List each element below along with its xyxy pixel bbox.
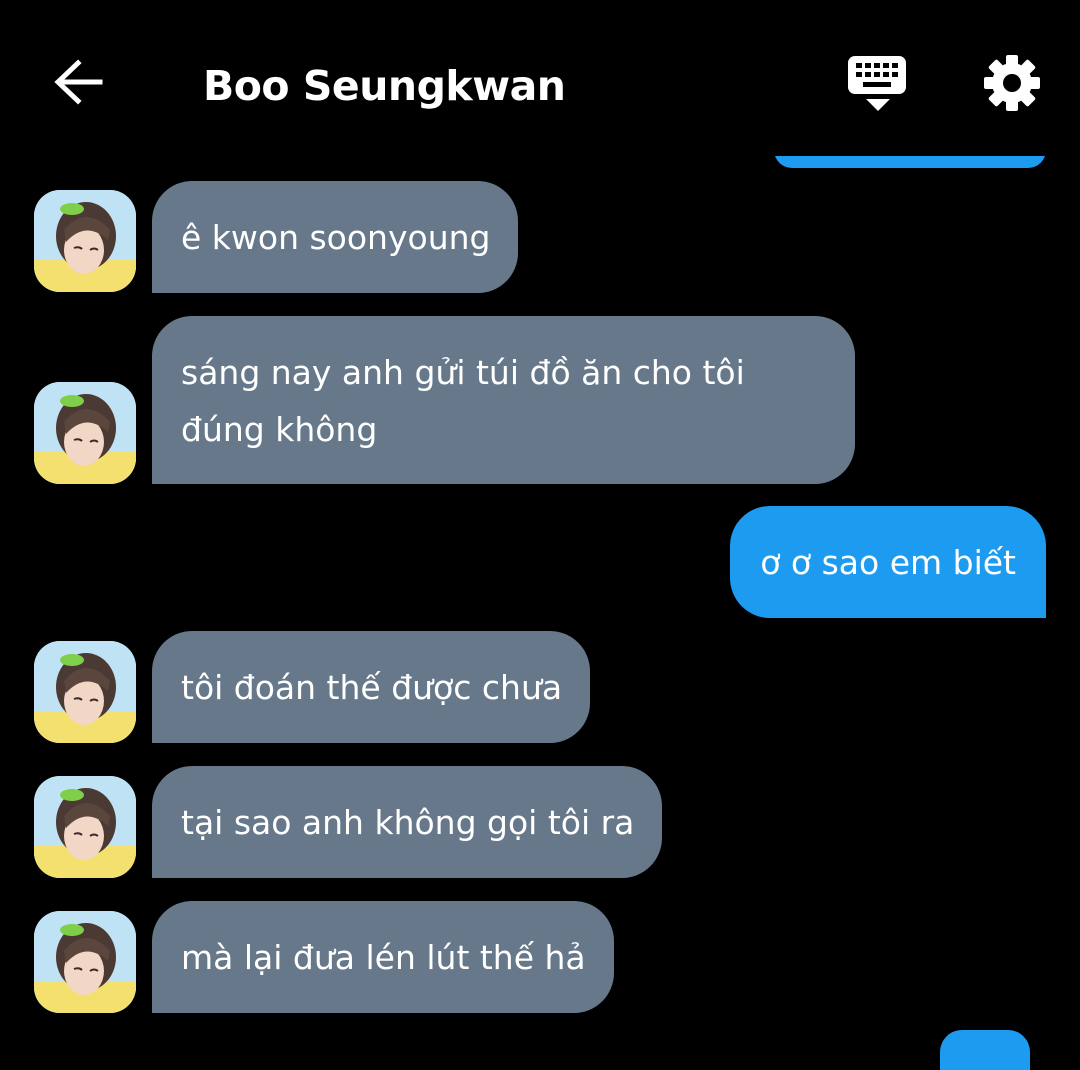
message-text: tại sao anh không gọi tôi ra [181, 803, 635, 842]
next-sent-bubble [940, 1030, 1030, 1070]
avatar[interactable] [34, 911, 136, 1013]
keyboard-icon [848, 56, 906, 111]
message-text-line-1: sáng nay anh gửi túi đồ ăn cho tôi [181, 353, 745, 392]
message-text: mà lại đưa lén lút thế hả [181, 938, 586, 977]
chat-header: Boo Seungkwan [0, 0, 1080, 160]
back-button[interactable] [52, 55, 106, 109]
avatar-photo [34, 911, 136, 1013]
message-received[interactable]: tại sao anh không gọi tôi ra [152, 766, 663, 878]
message-received[interactable]: ê kwon soonyoung [152, 181, 519, 293]
gear-icon [984, 55, 1040, 111]
message-text: ê kwon soonyoung [181, 218, 491, 257]
keyboard-button[interactable] [846, 52, 910, 114]
message-text: tôi đoán thế được chưa [181, 668, 563, 707]
message-sent[interactable]: ơ ơ sao em biết [730, 506, 1046, 618]
avatar-photo [34, 382, 136, 484]
message-received[interactable]: tôi đoán thế được chưa [152, 631, 591, 743]
message-received[interactable]: sáng nay anh gửi túi đồ ăn cho tôi đúng … [152, 316, 855, 484]
message-text-line-2: đúng không [181, 410, 378, 449]
message-text: ơ ơ sao em biết [760, 543, 1016, 582]
contact-name: Boo Seungkwan [203, 62, 566, 110]
avatar-photo [34, 641, 136, 743]
avatar-photo [34, 776, 136, 878]
avatar-photo [34, 190, 136, 292]
avatar[interactable] [34, 641, 136, 743]
settings-button[interactable] [982, 53, 1042, 113]
avatar[interactable] [34, 382, 136, 484]
avatar[interactable] [34, 776, 136, 878]
avatar[interactable] [34, 190, 136, 292]
message-received[interactable]: mà lại đưa lén lút thế hả [152, 901, 614, 1013]
arrow-left-icon [54, 59, 103, 105]
